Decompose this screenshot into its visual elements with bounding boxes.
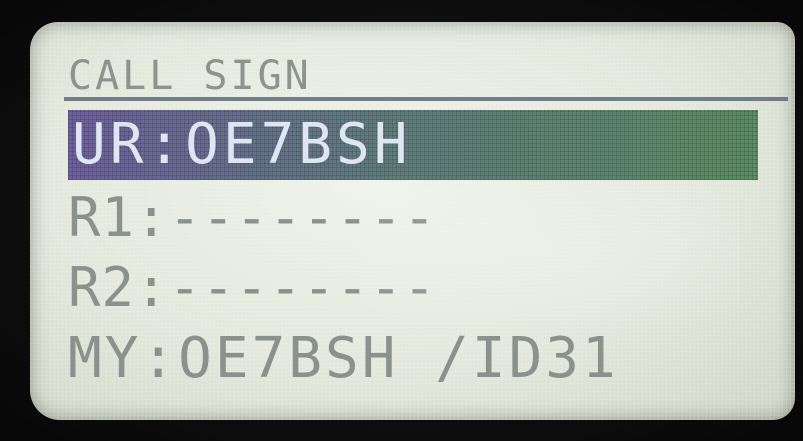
title-divider <box>64 97 788 101</box>
ur-callsign-row-selected[interactable]: UR:OE7BSH <box>68 110 758 180</box>
my-callsign-row[interactable]: MY:OE7BSH /ID31 <box>68 328 619 390</box>
r1-callsign-row[interactable]: R1:-------- <box>68 188 437 248</box>
r2-callsign-row[interactable]: R2:-------- <box>68 258 437 318</box>
lcd-screen: CALL SIGN UR:OE7BSH R1:-------- R2:-----… <box>30 22 795 420</box>
radio-display-bezel: CALL SIGN UR:OE7BSH R1:-------- R2:-----… <box>0 0 803 441</box>
ur-callsign-value: UR:OE7BSH <box>72 112 412 177</box>
screen-title: CALL SIGN <box>68 53 312 99</box>
